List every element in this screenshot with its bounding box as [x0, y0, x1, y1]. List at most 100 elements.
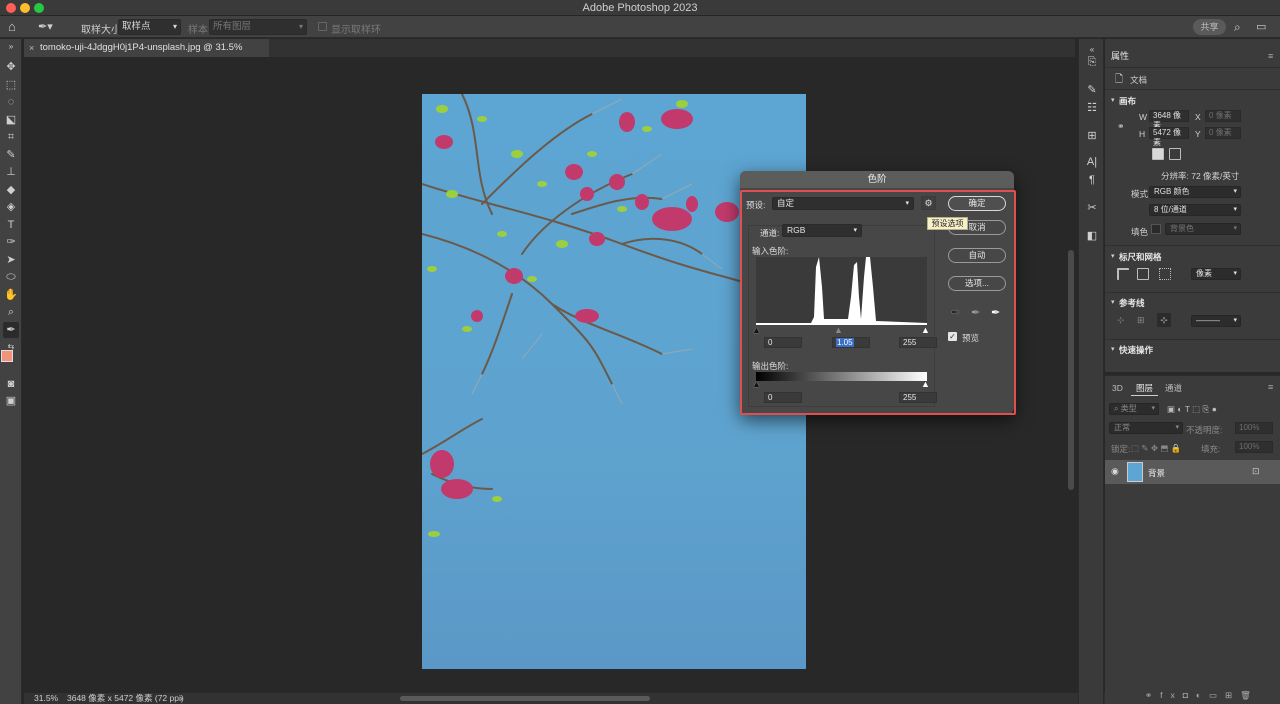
- path-select-tool-icon[interactable]: ➤: [3, 252, 19, 268]
- grid-icon[interactable]: [1137, 268, 1149, 280]
- chevron-right-icon[interactable]: ›: [180, 693, 183, 704]
- workspace-icon[interactable]: ▭: [1256, 19, 1270, 35]
- adjustments-icon[interactable]: ☷: [1085, 101, 1099, 115]
- type-tool-icon[interactable]: T: [3, 217, 19, 233]
- layer-filter-select[interactable]: ⌕ 类型 ▾: [1109, 403, 1159, 415]
- paint-bucket-tool-icon[interactable]: ◈: [3, 199, 19, 215]
- brush-tool-icon[interactable]: ✎: [3, 147, 19, 163]
- ok-button[interactable]: 确定: [948, 196, 1006, 211]
- swatches-icon[interactable]: ◧: [1085, 229, 1099, 243]
- link-icon[interactable]: ⚭: [1117, 121, 1125, 132]
- screen-mode-icon[interactable]: ▣: [3, 393, 19, 409]
- shape-tool-icon[interactable]: ⬭: [3, 269, 19, 285]
- filter-icons[interactable]: ▣ ◐ T ⬚ ⎘ ●: [1167, 404, 1217, 415]
- lock-icons[interactable]: ⬚ ✎ ✥ ⬒ 🔒: [1131, 443, 1181, 454]
- input-white-field[interactable]: 255: [899, 337, 937, 348]
- search-icon[interactable]: ⌕: [1234, 19, 1248, 35]
- portrait-icon[interactable]: [1152, 148, 1164, 160]
- character-icon[interactable]: A|: [1085, 155, 1099, 169]
- crop-tool-icon[interactable]: ⌗: [3, 129, 19, 145]
- tab-channels[interactable]: 通道: [1160, 380, 1187, 396]
- blend-mode-select[interactable]: 正常 ▾: [1109, 422, 1183, 434]
- close-tab-icon[interactable]: ×: [29, 39, 34, 57]
- layer-actions-icons[interactable]: ⚭fx◘◐▭⊞🗑: [1145, 690, 1259, 701]
- mode-select[interactable]: RGB 颜色 ▾: [1149, 186, 1241, 198]
- vertical-scrollbar[interactable]: [1068, 250, 1074, 490]
- eyedropper-preset-icon[interactable]: ✒▾: [38, 19, 60, 35]
- input-gamma-field[interactable]: 1.05: [832, 337, 870, 348]
- preset-select[interactable]: 自定 ▾: [772, 197, 914, 210]
- pen-tool-icon[interactable]: ✑: [3, 234, 19, 250]
- channel-select[interactable]: RGB ▾: [782, 224, 862, 237]
- zoom-tool-icon[interactable]: ⌕: [3, 304, 19, 320]
- preset-options-gear-icon[interactable]: ⚙: [921, 196, 936, 210]
- marquee-tool-icon[interactable]: ⬚: [3, 77, 19, 93]
- quick-mask-icon[interactable]: ◙: [3, 376, 19, 392]
- minimize-window-button[interactable]: [20, 3, 30, 13]
- document-tab[interactable]: × tomoko-uji-4JdggH0j1P4-unsplash.jpg @ …: [24, 39, 269, 71]
- output-black-field[interactable]: 0: [764, 392, 802, 403]
- paragraph-icon[interactable]: ¶: [1085, 173, 1099, 187]
- libraries-icon[interactable]: ⊞: [1085, 129, 1099, 143]
- home-icon[interactable]: ⌂: [8, 19, 24, 35]
- layer-row[interactable]: ◉ 背景 ⊡: [1105, 460, 1280, 484]
- share-button[interactable]: 共享: [1193, 19, 1226, 35]
- move-tool-icon[interactable]: ✥: [3, 59, 19, 75]
- input-white-slider[interactable]: ▲: [921, 325, 930, 335]
- eyedropper-tool-icon[interactable]: ✒: [3, 322, 19, 338]
- sample-select[interactable]: 所有图层 ▾: [209, 19, 307, 35]
- zoom-window-button[interactable]: [34, 3, 44, 13]
- preview-checkbox[interactable]: ✓: [948, 332, 957, 341]
- layer-name[interactable]: 背景: [1148, 467, 1165, 479]
- opacity-field[interactable]: 100%: [1235, 422, 1273, 434]
- landscape-icon[interactable]: [1169, 148, 1181, 160]
- bits-select[interactable]: 8 位/通道 ▾: [1149, 204, 1241, 216]
- fill-select[interactable]: 背景色 ▾: [1165, 223, 1241, 235]
- object-select-tool-icon[interactable]: ⬕: [3, 112, 19, 128]
- height-field[interactable]: 5472 像素: [1149, 127, 1189, 147]
- stamp-tool-icon[interactable]: ⊥: [3, 164, 19, 180]
- ruler-icon[interactable]: [1117, 268, 1129, 280]
- panel-menu-icon[interactable]: ≡: [1268, 51, 1273, 61]
- width-field[interactable]: 3648 像素: [1149, 110, 1189, 130]
- chevron-down-icon[interactable]: ▾: [1111, 96, 1115, 104]
- tools-preset-icon[interactable]: ✂: [1085, 201, 1099, 215]
- brush-settings-icon[interactable]: ✎: [1085, 83, 1099, 97]
- tab-layers[interactable]: 图层: [1131, 380, 1159, 396]
- x-field[interactable]: 0 像素: [1205, 110, 1241, 122]
- white-point-eyedropper-icon[interactable]: ✒: [991, 306, 1000, 319]
- output-white-slider[interactable]: ▲: [921, 379, 930, 389]
- output-white-field[interactable]: 255: [899, 392, 937, 403]
- input-gamma-slider[interactable]: ▲: [834, 325, 843, 335]
- input-black-field[interactable]: 0: [764, 337, 802, 348]
- eye-icon[interactable]: ◉: [1111, 466, 1119, 477]
- guide-style-select[interactable]: ——— ▾: [1191, 315, 1241, 327]
- tab-3d[interactable]: 3D: [1107, 380, 1128, 396]
- hand-tool-icon[interactable]: ✋: [3, 287, 19, 303]
- black-point-eyedropper-icon[interactable]: ✒: [951, 306, 960, 319]
- input-black-slider[interactable]: ▲: [752, 325, 761, 335]
- guides-layout-icon[interactable]: ⊞: [1137, 315, 1145, 326]
- gray-point-eyedropper-icon[interactable]: ✒: [971, 306, 980, 319]
- show-ring-checkbox[interactable]: [318, 22, 327, 31]
- smart-guides-icon[interactable]: ⊹: [1157, 313, 1171, 327]
- lock-icon[interactable]: ⊡: [1252, 466, 1260, 477]
- sample-size-select[interactable]: 取样点 ▾: [118, 19, 181, 35]
- foreground-color-swatch[interactable]: [1, 350, 13, 362]
- guides-icon[interactable]: ⊹: [1117, 315, 1125, 326]
- units-select[interactable]: 像素 ▾: [1191, 268, 1241, 280]
- chevron-down-icon[interactable]: ▾: [1111, 345, 1115, 353]
- close-window-button[interactable]: [6, 3, 16, 13]
- chevron-down-icon[interactable]: ▾: [1111, 252, 1115, 260]
- panel-menu-icon[interactable]: ≡: [1268, 382, 1273, 392]
- fill-opacity-field[interactable]: 100%: [1235, 441, 1273, 453]
- horizontal-scrollbar[interactable]: [400, 696, 650, 701]
- eraser-tool-icon[interactable]: ◆: [3, 182, 19, 198]
- zoom-level[interactable]: 31.5%: [34, 693, 58, 704]
- output-black-slider[interactable]: ▲: [752, 379, 761, 389]
- properties-tab[interactable]: 属性: [1105, 47, 1135, 65]
- options-button[interactable]: 选项...: [948, 276, 1006, 291]
- lasso-tool-icon[interactable]: ◌: [3, 94, 19, 110]
- pixel-grid-icon[interactable]: [1159, 268, 1171, 280]
- history-icon[interactable]: ⎘: [1085, 55, 1099, 69]
